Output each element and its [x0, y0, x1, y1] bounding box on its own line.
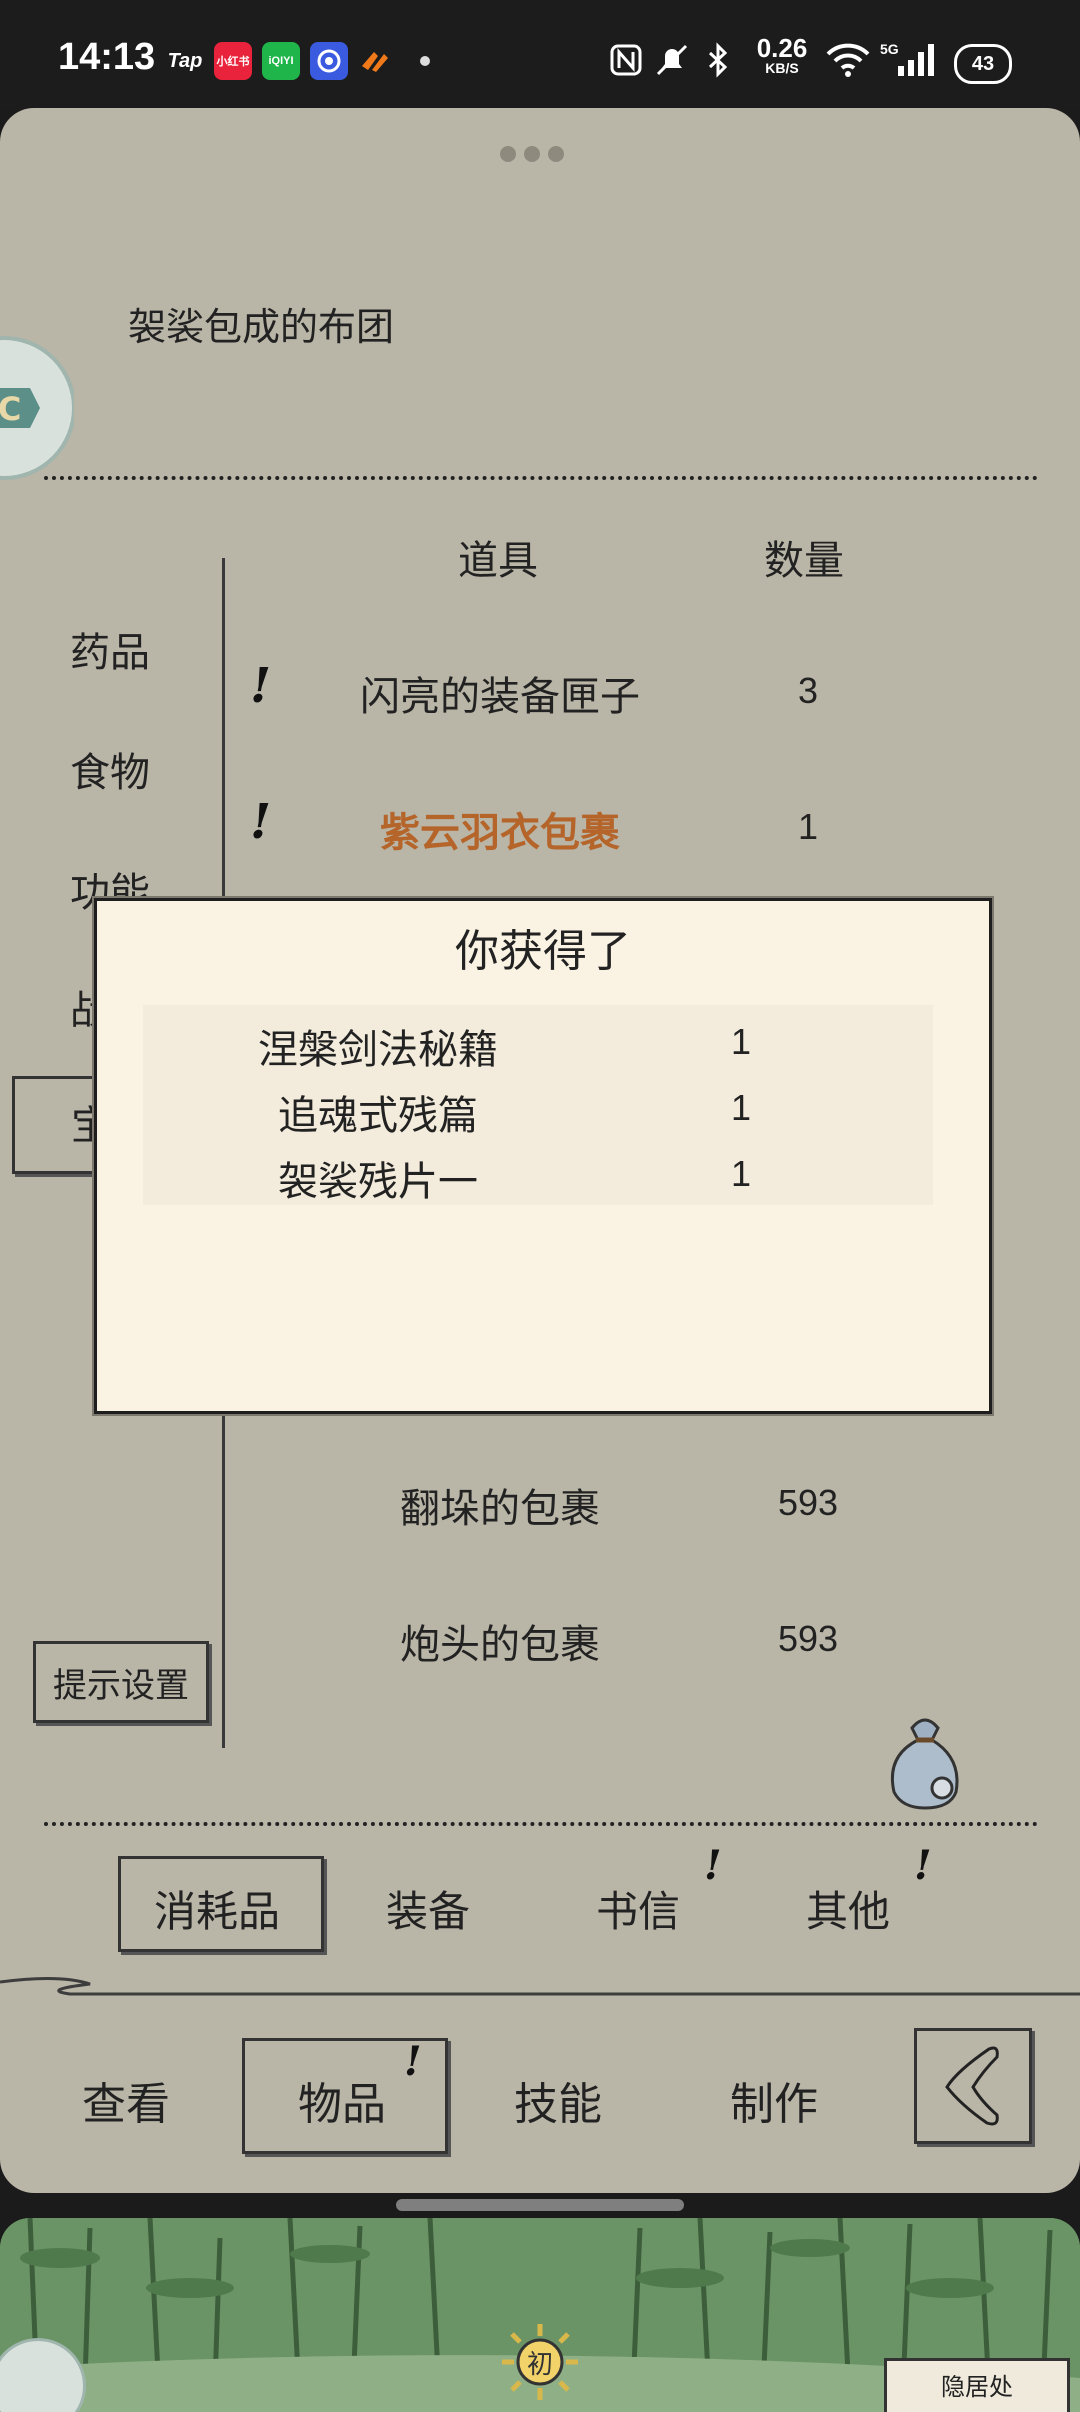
- hint-settings-button[interactable]: 提示设置: [33, 1641, 209, 1723]
- browser-app-icon: [310, 42, 348, 80]
- reward-name: 涅槃剑法秘籍: [258, 1027, 498, 1073]
- network-speed-value: 0.26: [756, 33, 808, 63]
- reward-dialog[interactable]: 你获得了 涅槃剑法秘籍 1 追魂式残篇 1 袈裟残片一 1: [94, 898, 992, 1414]
- sun-emblem-icon[interactable]: 初: [500, 2322, 580, 2402]
- item-quantity: 1: [797, 806, 819, 847]
- nav-tab-items[interactable]: 物品: [298, 2068, 386, 2132]
- status-bar: 14:13 Tap 小红书 iQIYI 0.26 KB/S 5G 43: [0, 0, 1080, 110]
- iqiyi-app-icon: iQIYI: [262, 42, 300, 80]
- reward-name: 袈裟残片一: [278, 1159, 478, 1205]
- subtab-consumables[interactable]: 消耗品: [154, 1878, 280, 1939]
- reward-quantity: 1: [730, 1021, 752, 1062]
- location-label[interactable]: 隐居处: [884, 2358, 1070, 2412]
- side-avatar-icon[interactable]: IC: [0, 318, 76, 498]
- column-header-quantity: 数量: [764, 538, 844, 584]
- subtab-letters[interactable]: 书信: [596, 1878, 680, 1939]
- battery-icon: 43: [954, 44, 1012, 84]
- dialog-title: 你获得了: [455, 926, 631, 977]
- network-speed: 0.26 KB/S: [752, 33, 812, 76]
- category-medicine[interactable]: 药品: [70, 620, 150, 678]
- divider: [44, 1822, 1038, 1826]
- column-header-item: 道具: [458, 538, 538, 584]
- selected-item-title: 袈裟包成的布团: [128, 305, 395, 349]
- svg-text:IC: IC: [0, 390, 21, 428]
- reward-name: 追魂式残篇: [278, 1093, 478, 1139]
- emblem-text: 初: [526, 2350, 553, 2380]
- item-quantity: 3: [797, 670, 819, 711]
- nav-tab-skills[interactable]: 技能: [514, 2068, 602, 2132]
- item-quantity: 593: [777, 1618, 839, 1659]
- drag-handle[interactable]: [396, 2199, 684, 2211]
- battery-level: 43: [971, 53, 995, 75]
- nav-tab-view[interactable]: 查看: [82, 2068, 170, 2132]
- wifi-icon: [824, 40, 872, 80]
- svg-text:5G: 5G: [880, 41, 899, 57]
- item-name[interactable]: 闪亮的装备匣子: [310, 664, 690, 722]
- back-arrow-icon: [945, 2046, 999, 2126]
- item-name[interactable]: 炮头的包裹: [310, 1612, 690, 1670]
- divider: [44, 476, 1038, 480]
- bamboo-scene: 初 隐居处: [0, 2218, 1080, 2412]
- subtab-equipment[interactable]: 装备: [386, 1878, 470, 1939]
- mute-bell-icon: [652, 40, 692, 80]
- nav-tab-crafting[interactable]: 制作: [730, 2068, 818, 2132]
- category-food[interactable]: 食物: [70, 740, 150, 798]
- nav-tab-alert-mark: !: [404, 2038, 422, 2085]
- nfc-icon: [606, 40, 646, 80]
- item-name-highlighted[interactable]: 紫云羽衣包裹: [310, 800, 690, 858]
- subtab-alert-mark: !: [704, 1842, 722, 1889]
- bag-icon[interactable]: [882, 1708, 968, 1812]
- brush-divider: [0, 1976, 1080, 1996]
- more-menu-icon[interactable]: [500, 146, 580, 166]
- item-quantity: 593: [777, 1482, 839, 1523]
- item-name[interactable]: 翻垛的包裹: [310, 1476, 690, 1534]
- subtab-other[interactable]: 其他: [806, 1878, 890, 1939]
- item-alert-mark: !: [250, 658, 272, 714]
- back-button[interactable]: [914, 2028, 1032, 2144]
- orange-app-icon: [356, 42, 394, 80]
- item-alert-mark: !: [250, 794, 272, 850]
- bluetooth-icon: [698, 40, 738, 80]
- signal-5g-icon: 5G: [880, 40, 936, 80]
- reward-quantity: 1: [730, 1153, 752, 1194]
- subtab-alert-mark: !: [914, 1842, 932, 1889]
- xiaohongshu-app-icon: 小红书: [214, 42, 252, 80]
- reward-quantity: 1: [730, 1087, 752, 1128]
- more-notifications-dot: [420, 56, 430, 66]
- clock: 14:13: [58, 36, 156, 78]
- tap-app-icon: Tap: [167, 49, 203, 72]
